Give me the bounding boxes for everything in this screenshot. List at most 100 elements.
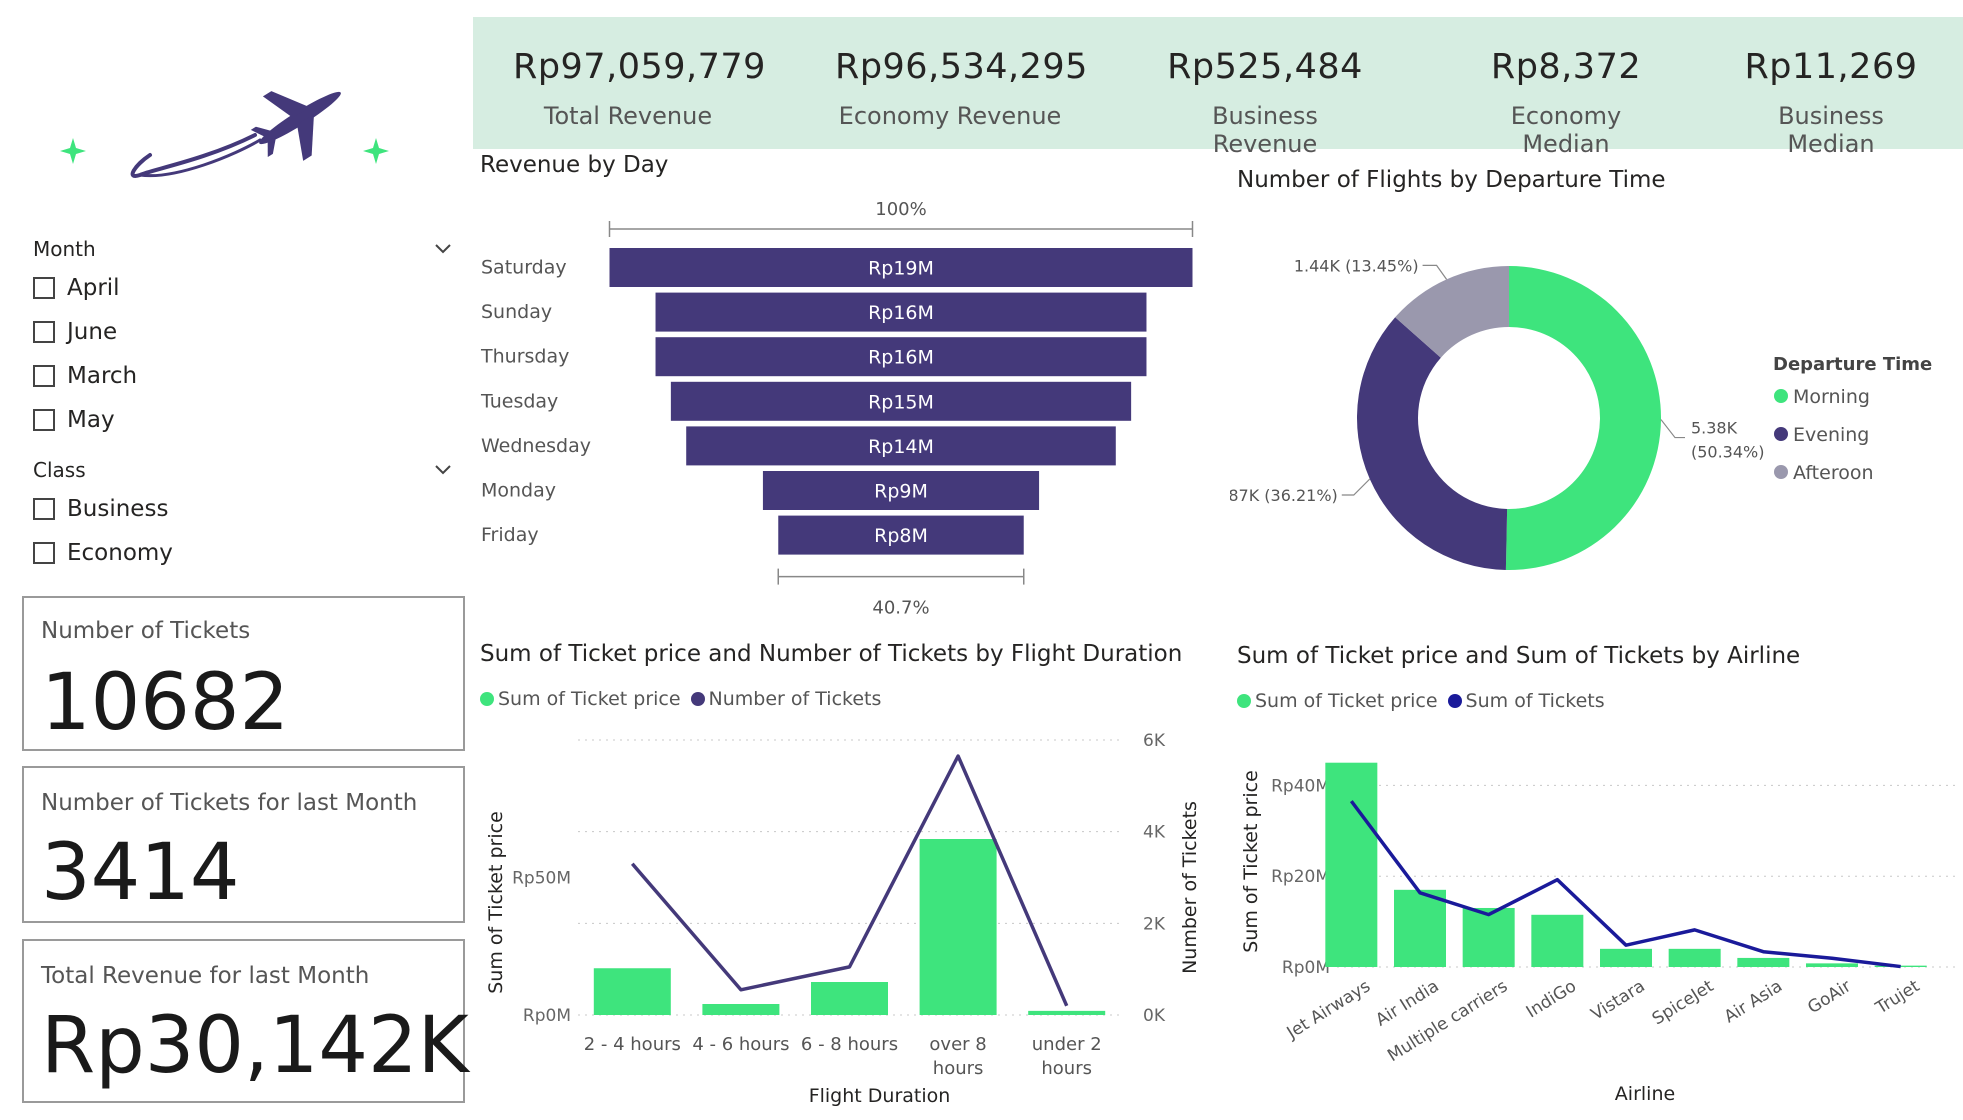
checkbox[interactable] <box>33 498 55 520</box>
legend-label: Number of Tickets <box>708 688 882 710</box>
month-option-june[interactable]: June <box>33 318 117 346</box>
class-option-business[interactable]: Business <box>33 495 168 523</box>
chevron-down-icon[interactable] <box>434 460 452 478</box>
x-tick-label: Multiple carriers <box>1384 976 1511 1066</box>
x-axis-title: Airline <box>1615 1083 1675 1105</box>
option-label: Business <box>67 496 169 522</box>
chevron-down-icon[interactable] <box>434 239 452 257</box>
checkbox[interactable] <box>33 277 55 299</box>
sparkle-icon <box>60 138 86 164</box>
checkbox[interactable] <box>33 321 55 343</box>
funnel-chart: 100% Saturday Rp19M Sunday Rp16M Thursday Rp16… <box>480 199 1194 619</box>
funnel-bar-label: Rp8M <box>874 525 928 547</box>
donut-slice-percent: (50.34%) <box>1691 443 1765 462</box>
y-tick-label: Rp50M <box>512 869 571 889</box>
y-tick-label: Rp0M <box>523 1006 571 1026</box>
option-label: March <box>67 363 138 389</box>
bar <box>1668 948 1721 967</box>
kpi-economy-median: Rp8,372 Economy Median <box>1466 17 1666 158</box>
kpi-value: Rp96,534,295 <box>835 47 1088 87</box>
duration-combo-chart: 0K 2K 4K 6K Rp0M Rp50M 2 - 4 hours 4 - 6 hours 6… <box>485 731 1201 1107</box>
x-tick-label: hours <box>1041 1058 1092 1079</box>
funnel-category-label: Sunday <box>481 301 552 323</box>
bar <box>593 968 671 1015</box>
bar <box>1028 1010 1106 1015</box>
donut-legend-label: Morning <box>1793 386 1870 408</box>
class-option-economy[interactable]: Economy <box>33 539 173 567</box>
legend-item[interactable]: Sum of Ticket price <box>1237 690 1438 712</box>
x-tick-label: Jet Airways <box>1283 976 1374 1043</box>
donut-legend-dot <box>1774 427 1788 441</box>
option-label: June <box>67 319 118 345</box>
kpi-value: Rp11,269 <box>1744 47 1918 87</box>
donut-leader-line <box>1422 264 1448 280</box>
donut-leader-line <box>1660 419 1685 439</box>
card-revenue-last-month: Total Revenue for last Month Rp30,142K <box>22 939 469 1103</box>
airline-chart-legend: Sum of Ticket price Sum of Tickets <box>1237 690 1615 712</box>
bar <box>1325 762 1378 967</box>
donut-slice-label: 1.44K (13.45%) <box>1294 256 1419 275</box>
card-title: Total Revenue for last Month <box>41 963 370 989</box>
bar <box>1462 907 1515 967</box>
y-tick-label: Rp20M <box>1271 867 1330 887</box>
card-value: Rp30,142K <box>41 1001 469 1091</box>
bar <box>1737 957 1790 967</box>
bar <box>1806 963 1858 967</box>
x-tick-label: 2 - 4 hours <box>584 1034 681 1055</box>
donut-slice-label: 5.38K <box>1691 419 1738 438</box>
y2-tick-label: 2K <box>1143 914 1166 934</box>
duration-chart-title: Sum of Ticket price and Number of Ticket… <box>480 641 1183 667</box>
checkbox[interactable] <box>33 542 55 564</box>
kpi-total-revenue: Rp97,059,779 Total Revenue <box>513 17 765 149</box>
x-tick-label: 6 - 8 hours <box>801 1034 898 1055</box>
checkbox[interactable] <box>33 409 55 431</box>
month-option-may[interactable]: May <box>33 406 115 434</box>
month-option-march[interactable]: March <box>33 362 137 390</box>
kpi-banner: Rp97,059,779 Total Revenue Rp96,534,295 … <box>473 17 1963 158</box>
donut-legend-label: Evening <box>1793 424 1869 446</box>
card-title: Number of Tickets <box>41 618 251 644</box>
legend-dot <box>480 692 494 706</box>
legend-dot <box>1237 694 1251 708</box>
funnel-category-label: Monday <box>481 480 556 502</box>
legend-dot <box>690 692 705 706</box>
x-axis-title: Flight Duration <box>809 1085 951 1107</box>
funnel-category-label: Tuesday <box>480 390 558 412</box>
x-tick-label: Vistara <box>1588 976 1649 1024</box>
bar <box>919 839 997 1015</box>
y-axis-title: Sum of Ticket price <box>485 811 507 994</box>
y2-tick-label: 0K <box>1143 1006 1166 1026</box>
x-tick-label: Trujet <box>1872 976 1924 1019</box>
card-value: 10682 <box>41 658 290 748</box>
line-series <box>630 754 1069 1007</box>
airline-chart-title: Sum of Ticket price and Sum of Tickets b… <box>1237 643 1801 669</box>
bar <box>1600 948 1652 967</box>
y-tick-label: Rp40M <box>1271 776 1330 796</box>
kpi-economy-revenue: Rp96,534,295 Economy Revenue <box>835 17 1088 149</box>
option-label: May <box>67 407 115 433</box>
legend-label: Sum of Ticket price <box>498 688 681 710</box>
legend-item[interactable]: Sum of Tickets <box>1447 690 1605 712</box>
option-label: April <box>67 275 120 301</box>
funnel-bar-label: Rp15M <box>868 391 934 413</box>
kpi-value: Rp8,372 <box>1490 47 1642 87</box>
x-tick-label: under 2 <box>1032 1034 1102 1055</box>
y-axis-title: Sum of Ticket price <box>1240 770 1262 953</box>
legend-item[interactable]: Number of Tickets <box>690 688 882 710</box>
y2-axis-title: Number of Tickets <box>1179 801 1201 974</box>
bar <box>811 982 888 1015</box>
month-option-april[interactable]: April <box>33 274 120 302</box>
funnel-category-label: Saturday <box>481 257 567 279</box>
x-tick-label: Air Asia <box>1721 976 1786 1027</box>
class-slicer-title: Class <box>33 458 86 482</box>
legend-item[interactable]: Sum of Ticket price <box>480 688 681 710</box>
sparkle-icon <box>363 138 389 164</box>
kpi-label: Business Median <box>1778 102 1884 158</box>
checkbox[interactable] <box>33 365 55 387</box>
bar <box>702 1004 780 1015</box>
legend-dot <box>1447 694 1462 708</box>
funnel-chart-title: Revenue by Day <box>480 152 669 178</box>
legend-label: Sum of Tickets <box>1465 690 1605 712</box>
kpi-label: Total Revenue <box>543 102 713 130</box>
x-tick-label: GoAir <box>1804 976 1854 1018</box>
